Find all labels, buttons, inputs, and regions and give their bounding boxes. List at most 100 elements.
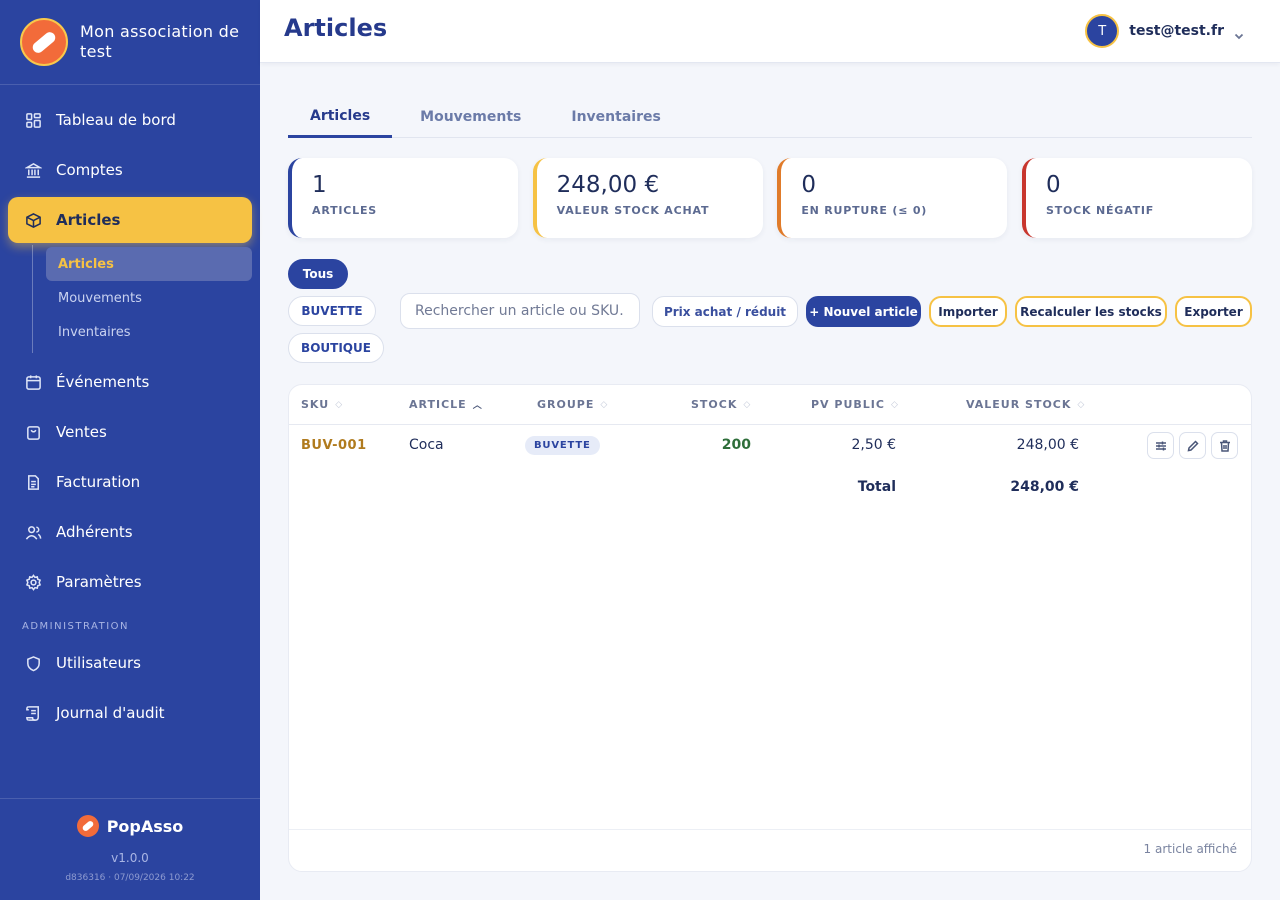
stat-card-en-rupture: 0 EN RUPTURE (≤ 0)	[777, 158, 1008, 238]
column-header-valeur-stock[interactable]: VALEUR STOCK ◇	[966, 398, 1084, 411]
footer-brand-name: PopAsso	[106, 816, 184, 836]
brand[interactable]: Mon association de test	[0, 0, 260, 85]
user-menu[interactable]: T test@test.fr	[1085, 14, 1244, 48]
cell-stock: 200	[721, 437, 751, 453]
sidebar-item-label: Paramètres	[56, 573, 142, 591]
sort-asc-icon: ︿	[472, 401, 482, 411]
page-title: Articles	[284, 14, 388, 42]
sidebar-item-comptes[interactable]: Comptes	[0, 145, 260, 195]
import-button[interactable]: Importer	[929, 296, 1007, 327]
bag-icon	[24, 423, 42, 441]
sidebar-item-label: Événements	[56, 373, 150, 391]
sidebar-section-administration: ADMINISTRATION	[22, 621, 130, 632]
user-email[interactable]: test@test.fr	[1129, 23, 1224, 39]
sidebar-item-articles[interactable]: Articles	[8, 197, 252, 243]
sidebar-item-label: Ventes	[56, 423, 107, 441]
stat-card-stock-negatif: 0 STOCK NÉGATIF	[1021, 158, 1252, 238]
edit-button[interactable]	[1179, 432, 1206, 459]
sidebar-item-facturation[interactable]: Facturation	[0, 457, 260, 507]
articles-table: SKU ◇ ARTICLE ︿ GROUPE ◇ STOCK ◇ PV PUBLIC ◇ …	[288, 384, 1252, 872]
stats-row: 1 ARTICLES 248,00 € VALEUR STOCK ACHAT 0…	[288, 158, 1252, 238]
trash-icon	[1219, 439, 1230, 452]
tab-mouvements[interactable]: Mouvements	[398, 96, 543, 138]
sidebar-item-label: Tableau de bord	[56, 111, 176, 129]
stat-label: EN RUPTURE (≤ 0)	[801, 204, 928, 217]
table-header: SKU ◇ ARTICLE ︿ GROUPE ◇ STOCK ◇ PV PUBLIC ◇ …	[289, 385, 1251, 425]
box-icon	[24, 211, 42, 229]
table-total-row: Total 248,00 €	[289, 467, 1251, 509]
sidebar-item-evenements[interactable]: Événements	[0, 357, 260, 407]
filter-chip-tous[interactable]: Tous	[288, 259, 348, 289]
stat-label: VALEUR STOCK ACHAT	[556, 204, 710, 217]
sort-icon: ◇	[600, 399, 608, 410]
stat-value: 0	[801, 172, 816, 198]
table-row[interactable]: BUV-001 Coca BUVETTE 200 2,50 € 248,00 €	[289, 425, 1251, 467]
sidebar-item-journal-audit[interactable]: Journal d'audit	[0, 688, 260, 738]
table-footer: 1 article affiché	[289, 829, 1251, 871]
calendar-icon	[24, 373, 42, 391]
pencil-icon	[1187, 439, 1199, 451]
sidebar-subitem-articles[interactable]: Articles	[46, 247, 252, 281]
export-button[interactable]: Exporter	[1175, 296, 1252, 327]
stat-card-valeur-stock: 248,00 € VALEUR STOCK ACHAT	[532, 158, 763, 238]
sort-icon: ◇	[890, 399, 898, 410]
stat-card-articles: 1 ARTICLES	[288, 158, 518, 238]
adjust-stock-button[interactable]	[1147, 432, 1174, 459]
delete-button[interactable]	[1211, 432, 1238, 459]
bank-icon	[24, 161, 42, 179]
chevron-down-icon[interactable]	[1234, 26, 1244, 40]
tab-articles[interactable]: Articles	[288, 96, 393, 138]
gear-icon	[24, 573, 42, 591]
app-version: v1.0.0	[111, 851, 149, 865]
search-input[interactable]	[400, 293, 640, 329]
total-label: Total	[857, 479, 896, 495]
shield-icon	[24, 654, 42, 672]
column-header-sku[interactable]: SKU ◇	[301, 398, 342, 411]
column-header-article[interactable]: ARTICLE ︿	[409, 398, 482, 411]
sort-icon: ◇	[1077, 399, 1085, 410]
avatar[interactable]: T	[1085, 14, 1120, 48]
filter-chip-boutique[interactable]: BOUTIQUE	[288, 333, 384, 363]
document-icon	[24, 473, 42, 491]
tabs: Articles Mouvements Inventaires	[288, 96, 1252, 138]
users-icon	[24, 523, 42, 541]
footer-brand: PopAsso	[0, 815, 260, 837]
cell-article: Coca	[409, 437, 444, 453]
sidebar-item-adherents[interactable]: Adhérents	[0, 507, 260, 557]
brand-name: Mon association de test	[80, 22, 240, 61]
top-header: Articles T test@test.fr	[260, 0, 1280, 63]
sidebar-subitem-mouvements[interactable]: Mouvements	[46, 281, 252, 315]
sidebar-item-ventes[interactable]: Ventes	[0, 407, 260, 457]
cell-sku[interactable]: BUV-001	[301, 438, 367, 453]
sidebar-nav: Tableau de bord Comptes Articles Article…	[0, 85, 260, 738]
tab-inventaires[interactable]: Inventaires	[549, 96, 682, 138]
sort-icon: ◇	[743, 399, 751, 410]
column-header-stock[interactable]: STOCK ◇	[691, 398, 750, 411]
cell-pv-public: 2,50 €	[851, 437, 896, 453]
sidebar-item-tableau-de-bord[interactable]: Tableau de bord	[0, 95, 260, 145]
column-header-pv-public[interactable]: PV PUBLIC ◇	[811, 398, 898, 411]
sidebar: Mon association de test Tableau de bord …	[0, 0, 260, 900]
sidebar-item-parametres[interactable]: Paramètres	[0, 557, 260, 607]
build-info: d836316 · 07/09/2026 10:22	[65, 873, 195, 883]
new-article-button[interactable]: + Nouvel article	[806, 296, 921, 327]
column-header-groupe[interactable]: GROUPE ◇	[537, 398, 607, 411]
sort-icon: ◇	[335, 399, 343, 410]
column-label: PV PUBLIC	[811, 398, 885, 411]
dashboard-icon	[24, 111, 42, 129]
sidebar-item-label: Utilisateurs	[56, 654, 141, 672]
stat-value: 1	[312, 172, 327, 198]
sidebar-item-label: Comptes	[56, 161, 123, 179]
column-label: VALEUR STOCK	[966, 398, 1072, 411]
sidebar-item-label: Journal d'audit	[56, 704, 165, 722]
recalc-stocks-button[interactable]: Recalculer les stocks	[1015, 296, 1167, 327]
sidebar-item-label: Articles	[56, 211, 121, 229]
filter-chip-buvette[interactable]: BUVETTE	[288, 296, 376, 326]
sidebar-footer: PopAsso v1.0.0 d836316 · 07/09/2026 10:2…	[0, 798, 260, 900]
sidebar-subitem-inventaires[interactable]: Inventaires	[46, 315, 252, 349]
column-label: ARTICLE	[409, 398, 467, 411]
price-toggle-button[interactable]: Prix achat / réduit	[652, 296, 798, 327]
brand-logo	[20, 18, 68, 66]
sidebar-item-utilisateurs[interactable]: Utilisateurs	[0, 638, 260, 688]
cell-groupe: BUVETTE	[525, 436, 600, 455]
